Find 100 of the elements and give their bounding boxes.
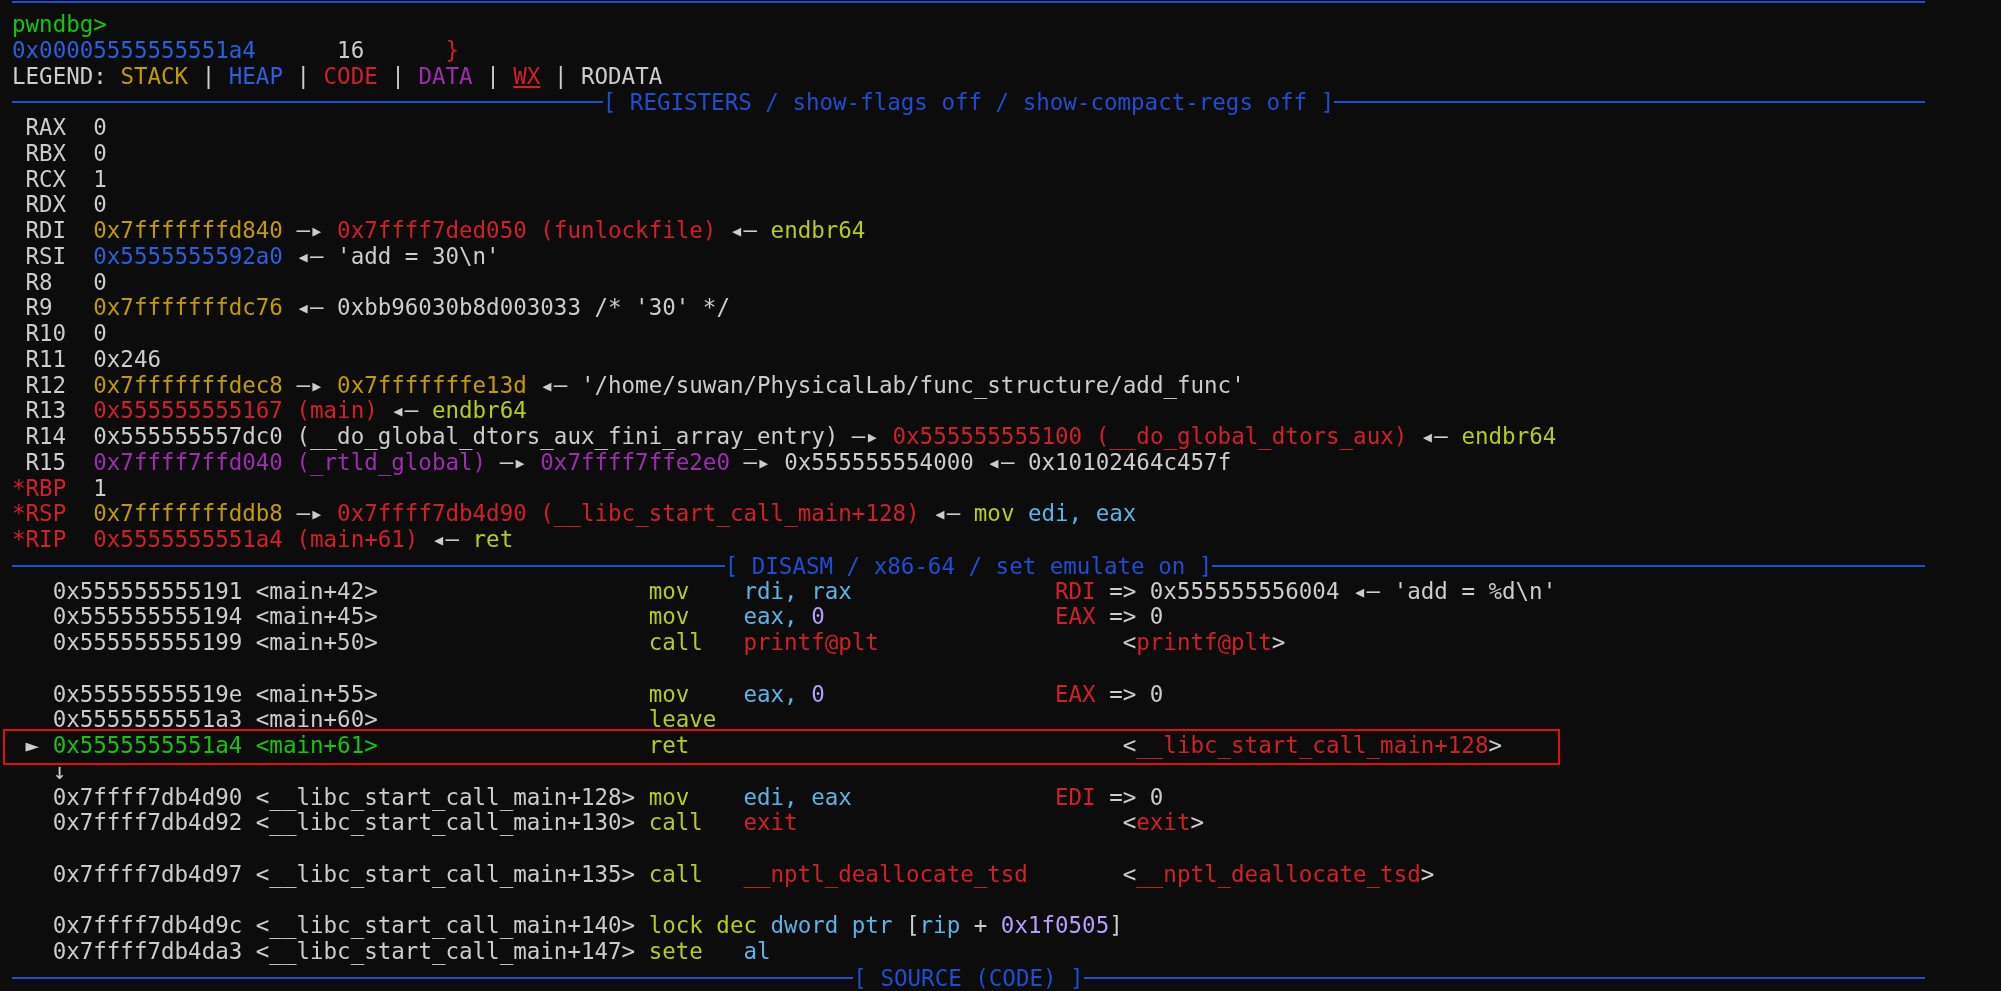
- value-text: 1: [93, 474, 107, 501]
- code-pointer-text: 0x7ffff7ded050: [337, 217, 527, 243]
- value-text: 'add = 30\n': [337, 242, 500, 269]
- instruction-mnemonic: sete: [648, 938, 703, 964]
- code-pointer-text: __nptl_deallocate_tsd: [743, 860, 1028, 887]
- code-pointer-text: 0x555555555100: [892, 423, 1083, 449]
- legend-separator: |: [201, 62, 216, 89]
- value-text: —▸: [296, 217, 324, 243]
- symbol-label: <main+61>: [255, 732, 378, 758]
- symbol-label: <__libc_start_call_main+140>: [255, 912, 636, 939]
- code-pointer-text: printf@plt: [743, 629, 879, 655]
- instruction-mnemonic: mov: [648, 603, 690, 630]
- register-operand: edi,: [1028, 500, 1083, 527]
- code-pointer-text: (funlockfile): [540, 217, 717, 243]
- value-text: >: [1271, 629, 1286, 655]
- value-text: <: [1122, 860, 1137, 887]
- code-pointer-text: (__do_global_dtors_aux): [1095, 423, 1408, 449]
- value-text: 0: [93, 114, 107, 140]
- register-name: RBX: [25, 139, 67, 166]
- instruction-mnemonic: mov: [648, 577, 690, 604]
- register-operand: eax,: [743, 680, 798, 707]
- value-text: 0: [93, 320, 107, 346]
- instruction-mnemonic: lock dec: [648, 912, 757, 939]
- source-code: }: [445, 36, 459, 63]
- value-text: (__do_global_dtors_aux_fini_array_entry): [296, 423, 839, 449]
- value-text: —▸: [296, 500, 324, 527]
- value-text: 1: [93, 165, 107, 192]
- code-pointer-text: (__libc_start_call_main+128): [540, 500, 920, 527]
- value-text: ◂—: [296, 294, 324, 321]
- value-text: >: [1420, 860, 1435, 887]
- branch-arrow: ↓: [52, 757, 67, 784]
- value-text: 0xbb96030b8d003033: [337, 294, 581, 321]
- value-text: +: [973, 912, 988, 939]
- stack-pointer-text: 0x7fffffffdc76: [93, 294, 283, 321]
- value-text: [: [906, 912, 920, 939]
- section-title: [ SOURCE (CODE) ]: [853, 964, 1084, 991]
- legend-item: CODE: [323, 62, 378, 89]
- line-number: 16: [337, 36, 365, 63]
- code-pointer-text: 0x555555555167: [93, 397, 283, 424]
- immediate-value: 0x1f0505: [1000, 912, 1110, 939]
- instruction-address: 0x555555555194: [52, 603, 243, 630]
- legend-separator: |: [296, 62, 311, 89]
- legend-item: STACK: [120, 62, 189, 89]
- value-text: ◂—: [987, 448, 1015, 475]
- value-text: 0x555555557dc0: [93, 423, 283, 449]
- value-text: 0: [93, 268, 107, 295]
- value-text: ◂—: [1420, 423, 1448, 449]
- value-text: 'add = %d\n': [1393, 577, 1557, 604]
- value-text: <: [1122, 629, 1137, 655]
- value-text: 0: [1149, 680, 1164, 707]
- instruction-text: ret: [472, 526, 514, 552]
- changed-marker: *: [12, 526, 26, 552]
- symbol-label: <__libc_start_call_main+147>: [255, 938, 636, 964]
- register-name: R8: [25, 268, 53, 295]
- value-text: <: [1122, 809, 1137, 836]
- value-text: =>: [1109, 577, 1137, 604]
- register-name: RCX: [25, 165, 67, 192]
- code-pointer-text: exit: [1136, 809, 1191, 836]
- instruction-text: endbr64: [1461, 423, 1557, 449]
- instruction-mnemonic: call: [648, 860, 703, 887]
- value-text: —▸: [296, 371, 324, 398]
- instruction-mnemonic: ret: [648, 732, 690, 758]
- symbol-label: <main+50>: [255, 629, 378, 655]
- value-text: 0: [1149, 783, 1164, 810]
- legend-separator: |: [486, 62, 500, 89]
- immediate-value: 0: [811, 603, 825, 630]
- symbol-label: <main+45>: [255, 603, 378, 630]
- code-pointer-text: EAX: [1055, 603, 1096, 630]
- legend-item: DATA: [418, 62, 473, 89]
- register-operand: eax: [811, 783, 852, 810]
- instruction-address: 0x555555555191: [52, 577, 243, 604]
- instruction-address: 0x7ffff7db4d92: [52, 809, 243, 836]
- register-name: R11: [25, 345, 67, 372]
- value-text: 0: [93, 191, 107, 218]
- legend-item: HEAP: [228, 62, 283, 89]
- value-text: /* '30' */: [594, 294, 730, 321]
- instruction-mnemonic: leave: [648, 706, 717, 733]
- register-name: R12: [25, 371, 67, 398]
- code-pointer-text: 0x7ffff7db4d90: [337, 500, 527, 527]
- code-pointer-text: (main): [296, 397, 378, 424]
- code-pointer-text: EAX: [1055, 680, 1096, 707]
- symbol-label: <__libc_start_call_main+128>: [255, 783, 636, 810]
- legend-separator: |: [391, 62, 405, 89]
- instruction-address: 0x5555555551a3: [52, 706, 243, 733]
- value-text: —▸: [743, 448, 771, 475]
- register-operand: rax: [811, 577, 852, 604]
- value-text: 0x555555554000: [784, 448, 974, 475]
- value-text: ◂—: [391, 397, 419, 424]
- register-name: R14: [25, 423, 67, 449]
- value-text: 0: [1149, 603, 1164, 630]
- value-text: <: [1122, 732, 1137, 758]
- instruction-address: 0x7ffff7db4d90: [52, 783, 243, 810]
- value-text: ]: [1109, 912, 1123, 939]
- instruction-text: endbr64: [431, 397, 527, 424]
- instruction-text: mov: [973, 500, 1015, 527]
- register-name: R15: [25, 448, 67, 475]
- stack-pointer-text: 0x7fffffffddb8: [93, 500, 283, 527]
- current-marker: ►: [25, 732, 40, 758]
- register-name: RSP: [25, 500, 67, 527]
- symbol-label: <main+60>: [255, 706, 378, 733]
